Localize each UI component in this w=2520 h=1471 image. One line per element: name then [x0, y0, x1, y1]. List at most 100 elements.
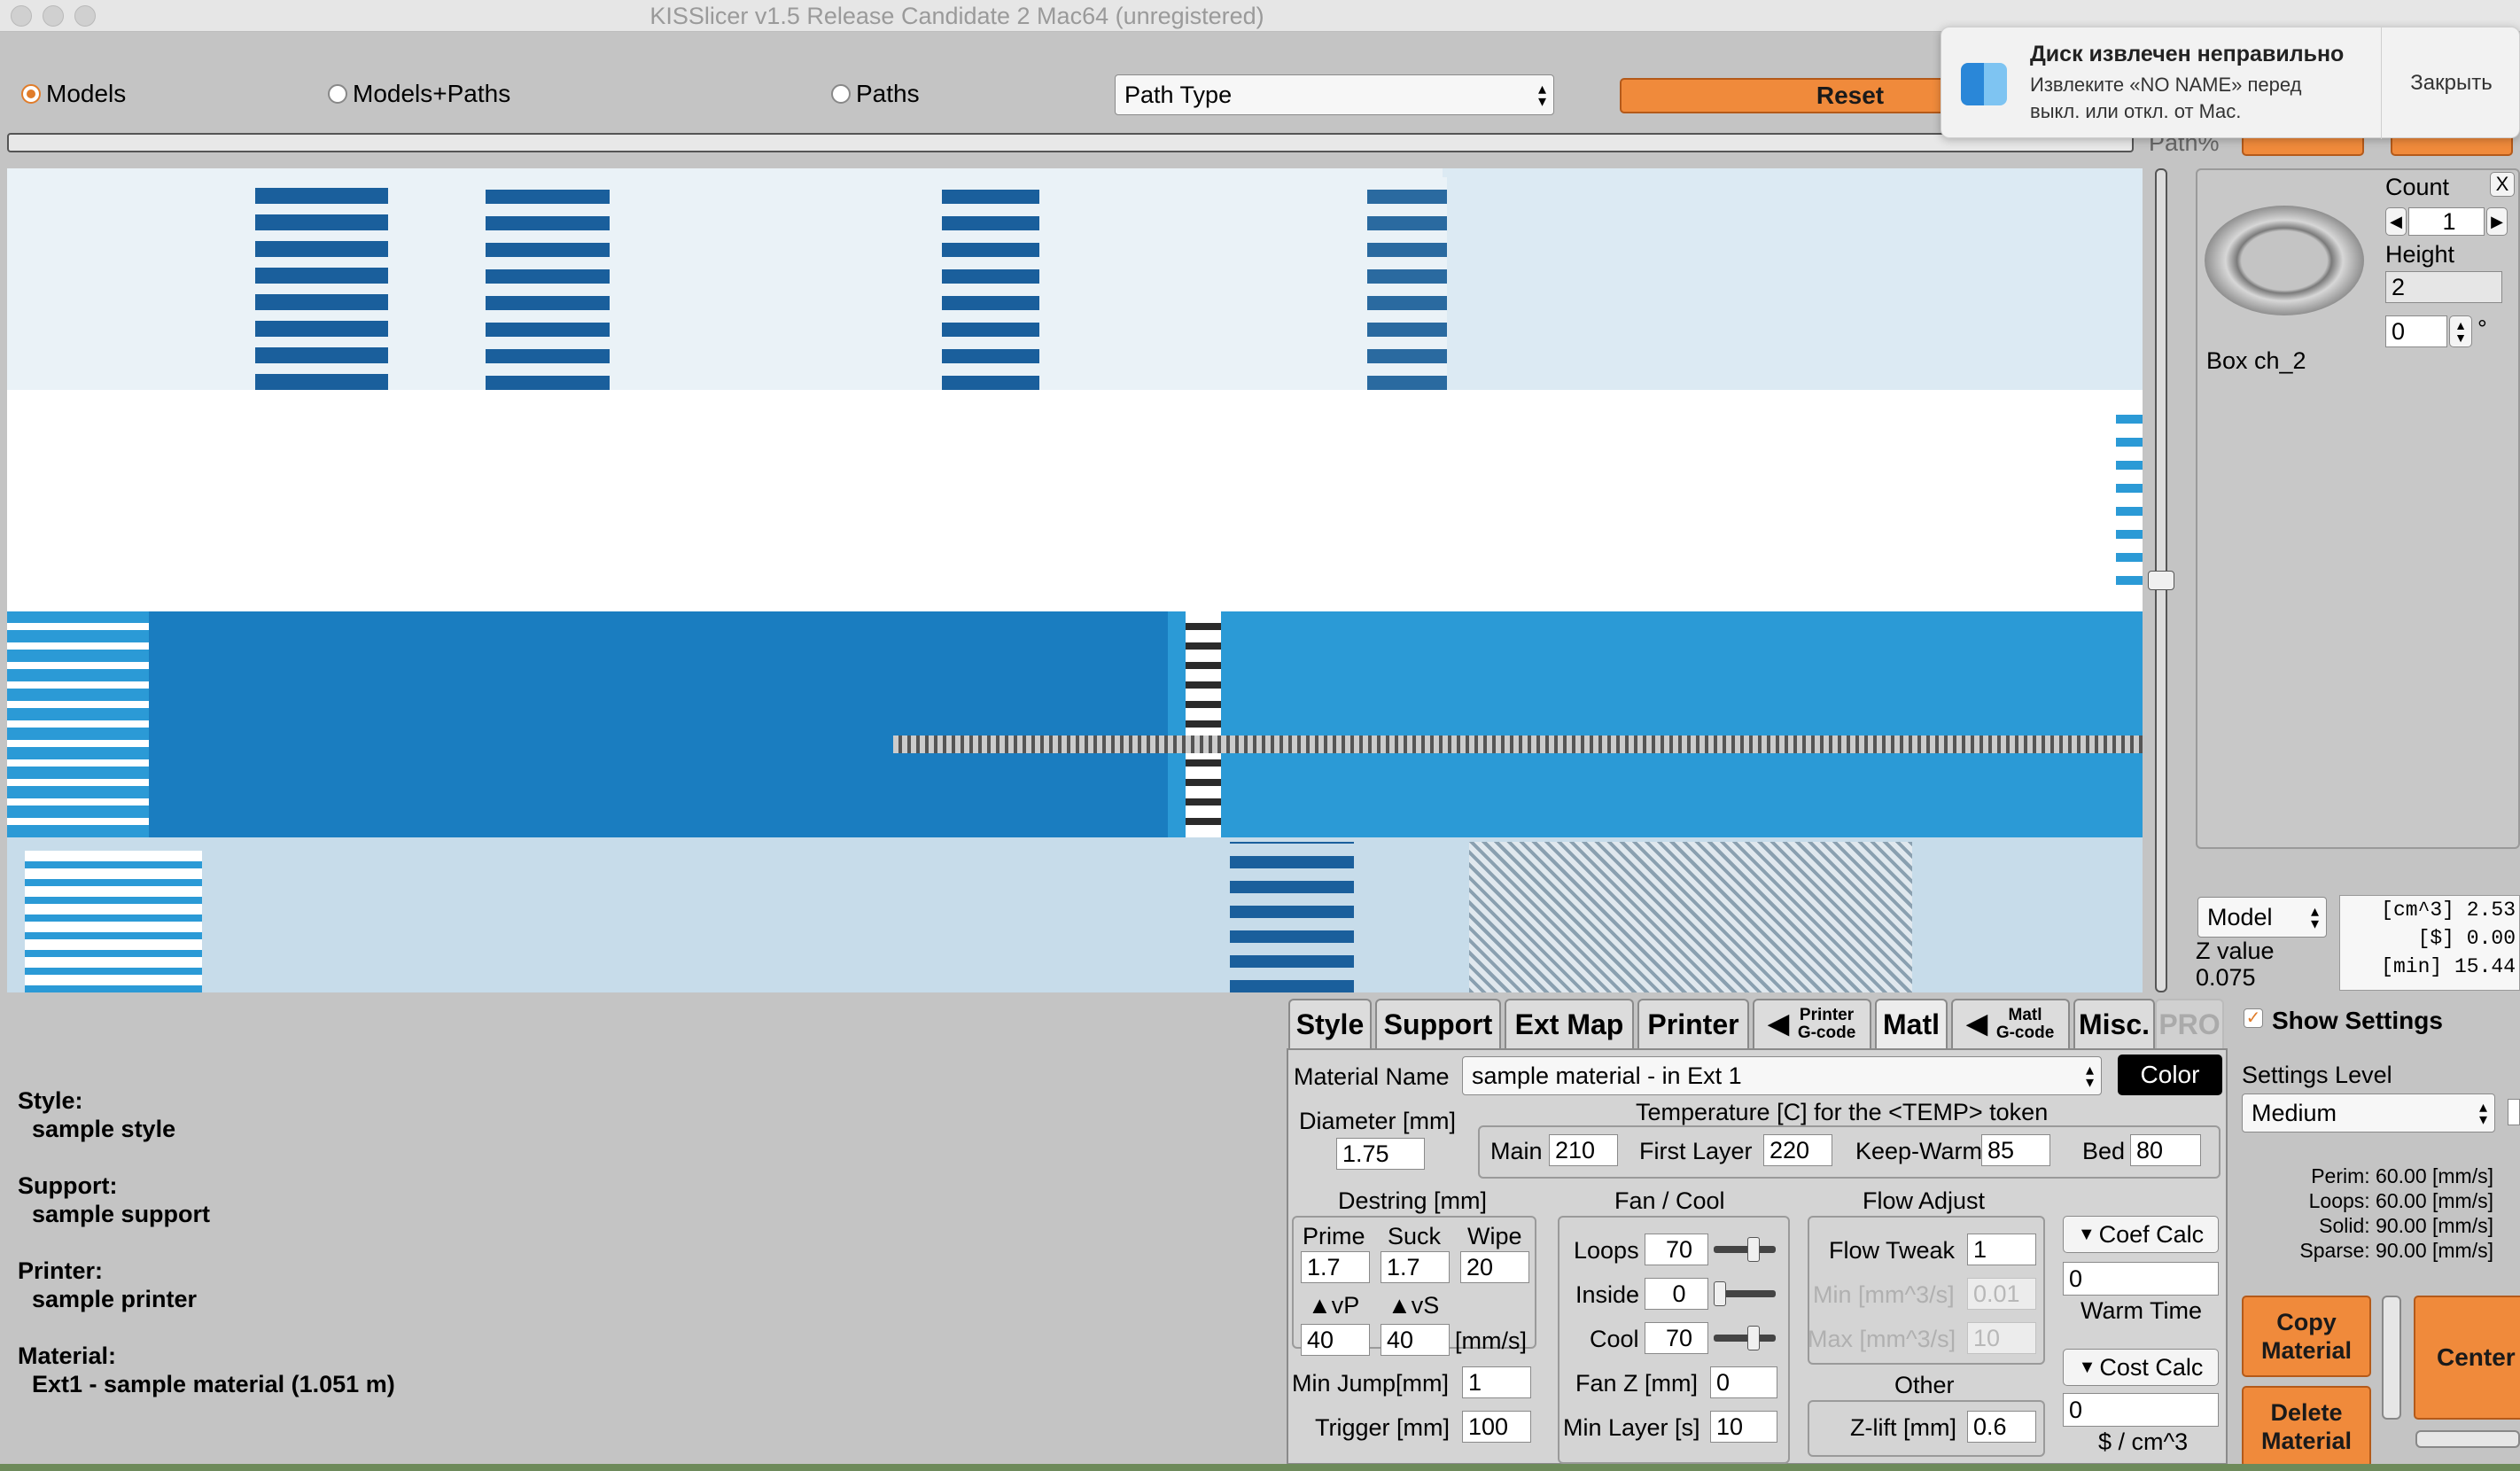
- center-label: Center: [2437, 1343, 2516, 1371]
- render-region: [7, 168, 1443, 390]
- z-value: 0.075: [2196, 964, 2256, 991]
- rotation-stepper[interactable]: ▲ ▼: [2449, 315, 2472, 347]
- show-settings-label: Show Settings: [2272, 1007, 2443, 1034]
- count-increment-button[interactable]: ▶: [2486, 207, 2508, 236]
- model-edge-artifact: [893, 736, 2143, 753]
- prime-input[interactable]: 1.7: [1301, 1251, 1370, 1283]
- copy-material-button[interactable]: Copy Material: [2242, 1296, 2371, 1377]
- path-type-select[interactable]: Path Type ▴ ▾: [1115, 74, 1554, 115]
- fan-inside-input[interactable]: 0: [1645, 1278, 1708, 1310]
- 3d-viewport[interactable]: [7, 168, 2143, 992]
- vp-input[interactable]: 40: [1301, 1324, 1370, 1356]
- layer-slider-knob[interactable]: [2148, 571, 2174, 590]
- bed-temp-input[interactable]: 80: [2130, 1134, 2201, 1166]
- view-paths-radio[interactable]: Paths: [831, 80, 920, 108]
- object-thumbnail[interactable]: [2205, 206, 2364, 315]
- fan-inside-label: Inside: [1575, 1281, 1640, 1308]
- view-mode-select[interactable]: Model ▴ ▾: [2197, 897, 2327, 938]
- wipe-input[interactable]: 20: [1460, 1251, 1529, 1283]
- render-artifact: [25, 851, 202, 992]
- height-input[interactable]: 2: [2385, 271, 2502, 303]
- flow-tweak-input[interactable]: 1: [1967, 1234, 2036, 1265]
- tab-printer-gcode-line2: G-code: [1797, 1023, 1856, 1042]
- summary-style-value: sample style: [32, 1116, 176, 1142]
- render-artifact: [2116, 408, 2143, 585]
- color-button[interactable]: Color: [2118, 1055, 2222, 1095]
- fan-loops-slider[interactable]: [1714, 1246, 1776, 1253]
- cool-input[interactable]: 70: [1645, 1322, 1708, 1354]
- diameter-input[interactable]: 1.75: [1336, 1138, 1425, 1170]
- cool-slider-knob[interactable]: [1747, 1326, 1760, 1350]
- first-layer-temp-input[interactable]: 220: [1763, 1134, 1832, 1166]
- view-models-paths-radio[interactable]: Models+Paths: [328, 80, 510, 108]
- triangle-left-icon: ◀: [1768, 1009, 1789, 1039]
- tab-support[interactable]: Support: [1375, 999, 1501, 1048]
- view-models-radio[interactable]: Models: [21, 80, 126, 108]
- suck-input[interactable]: 1.7: [1381, 1251, 1450, 1283]
- settings-checkbox-partial[interactable]: [2508, 1099, 2520, 1125]
- min-jump-input[interactable]: 1: [1462, 1366, 1531, 1398]
- radio-selected-icon: [21, 84, 41, 104]
- tab-pro[interactable]: PRO: [2155, 999, 2224, 1048]
- tab-matl-gcode[interactable]: ◀ Matl G-code: [1951, 999, 2070, 1048]
- tab-misc[interactable]: Misc.: [2073, 999, 2155, 1048]
- fan-z-input[interactable]: 0: [1710, 1366, 1777, 1398]
- horizontal-scrollbar[interactable]: [2415, 1430, 2520, 1448]
- view-models-label: Models: [46, 80, 127, 107]
- count-decrement-button[interactable]: ◀: [2385, 207, 2407, 236]
- center-button[interactable]: Center: [2414, 1296, 2520, 1420]
- cost-input[interactable]: 0: [2063, 1393, 2219, 1427]
- count-input[interactable]: 1: [2408, 207, 2485, 236]
- show-settings-checkbox[interactable]: ✓: [2244, 1008, 2263, 1028]
- coef-calc-button[interactable]: ▼ Coef Calc: [2063, 1216, 2219, 1253]
- z-lift-input[interactable]: 0.6: [1967, 1411, 2036, 1443]
- delete-material-button[interactable]: Delete Material: [2242, 1386, 2371, 1467]
- coef-calc-label: Coef Calc: [2098, 1220, 2205, 1248]
- fan-inside-slider-knob[interactable]: [1714, 1281, 1726, 1306]
- render-artifact: [1230, 842, 1354, 992]
- trigger-input[interactable]: 100: [1462, 1411, 1531, 1443]
- main-temp-input[interactable]: 210: [1549, 1134, 1618, 1166]
- remove-object-button[interactable]: X: [2490, 172, 2515, 197]
- material-name-select[interactable]: sample material - in Ext 1 ▴ ▾: [1462, 1056, 2102, 1095]
- tab-matl[interactable]: Matl: [1875, 999, 1948, 1048]
- cool-slider[interactable]: [1714, 1335, 1776, 1342]
- path-progress-slider[interactable]: [7, 133, 2134, 152]
- sparse-speed: Sparse: 90.00 [mm/s]: [2299, 1239, 2493, 1262]
- summary-style: Style: sample style: [18, 1086, 175, 1143]
- reset-button[interactable]: Reset: [1620, 78, 1956, 113]
- summary-support-label: Support:: [18, 1172, 118, 1199]
- tab-style[interactable]: Style: [1288, 999, 1372, 1048]
- solid-speed: Solid: 90.00 [mm/s]: [2319, 1214, 2493, 1237]
- rotation-input[interactable]: 0: [2385, 315, 2447, 347]
- cost-calc-button[interactable]: ▼ Cost Calc: [2063, 1349, 2219, 1386]
- tab-printer[interactable]: Printer: [1637, 999, 1749, 1048]
- other-label: Other: [1894, 1372, 1955, 1398]
- tab-printer-gcode[interactable]: ◀ Printer G-code: [1753, 999, 1871, 1048]
- fan-loops-slider-knob[interactable]: [1747, 1237, 1760, 1262]
- mms-unit-label: [mm/s]: [1455, 1327, 1527, 1354]
- triangle-up-icon: ▲: [1308, 1292, 1332, 1319]
- settings-level-select[interactable]: Medium ▴ ▾: [2242, 1094, 2495, 1132]
- vs-input[interactable]: 40: [1381, 1324, 1450, 1356]
- max-flow-input[interactable]: 10: [1967, 1322, 2036, 1354]
- tab-matl-gcode-line2: G-code: [1995, 1023, 2055, 1042]
- prime-label: Prime: [1303, 1223, 1365, 1249]
- tab-ext-map[interactable]: Ext Map: [1505, 999, 1634, 1048]
- notification-close-button[interactable]: Закрыть: [2382, 27, 2520, 139]
- summary-material: Material: Ext1 - sample material (1.051 …: [18, 1342, 395, 1398]
- min-flow-input[interactable]: 0.01: [1967, 1278, 2036, 1310]
- suck-label: Suck: [1388, 1223, 1442, 1249]
- keep-warm-input[interactable]: 85: [1981, 1134, 2050, 1166]
- settings-scrollbar[interactable]: [2382, 1296, 2401, 1420]
- stats-box: [cm^3] 2.53 [$] 0.00 [min] 15.44: [2339, 895, 2520, 991]
- cool-label: Cool: [1590, 1326, 1639, 1352]
- render-artifact: [1367, 177, 1447, 390]
- render-artifact: [1469, 842, 1912, 992]
- tab-printer-gcode-line1: Printer: [1799, 1006, 1855, 1024]
- coef-input[interactable]: 0: [2063, 1262, 2219, 1296]
- updown-arrows-icon: ▴ ▾: [2478, 1098, 2487, 1128]
- view-mode-value: Model: [2207, 903, 2273, 930]
- fan-loops-input[interactable]: 70: [1645, 1234, 1708, 1265]
- min-layer-input[interactable]: 10: [1710, 1411, 1777, 1443]
